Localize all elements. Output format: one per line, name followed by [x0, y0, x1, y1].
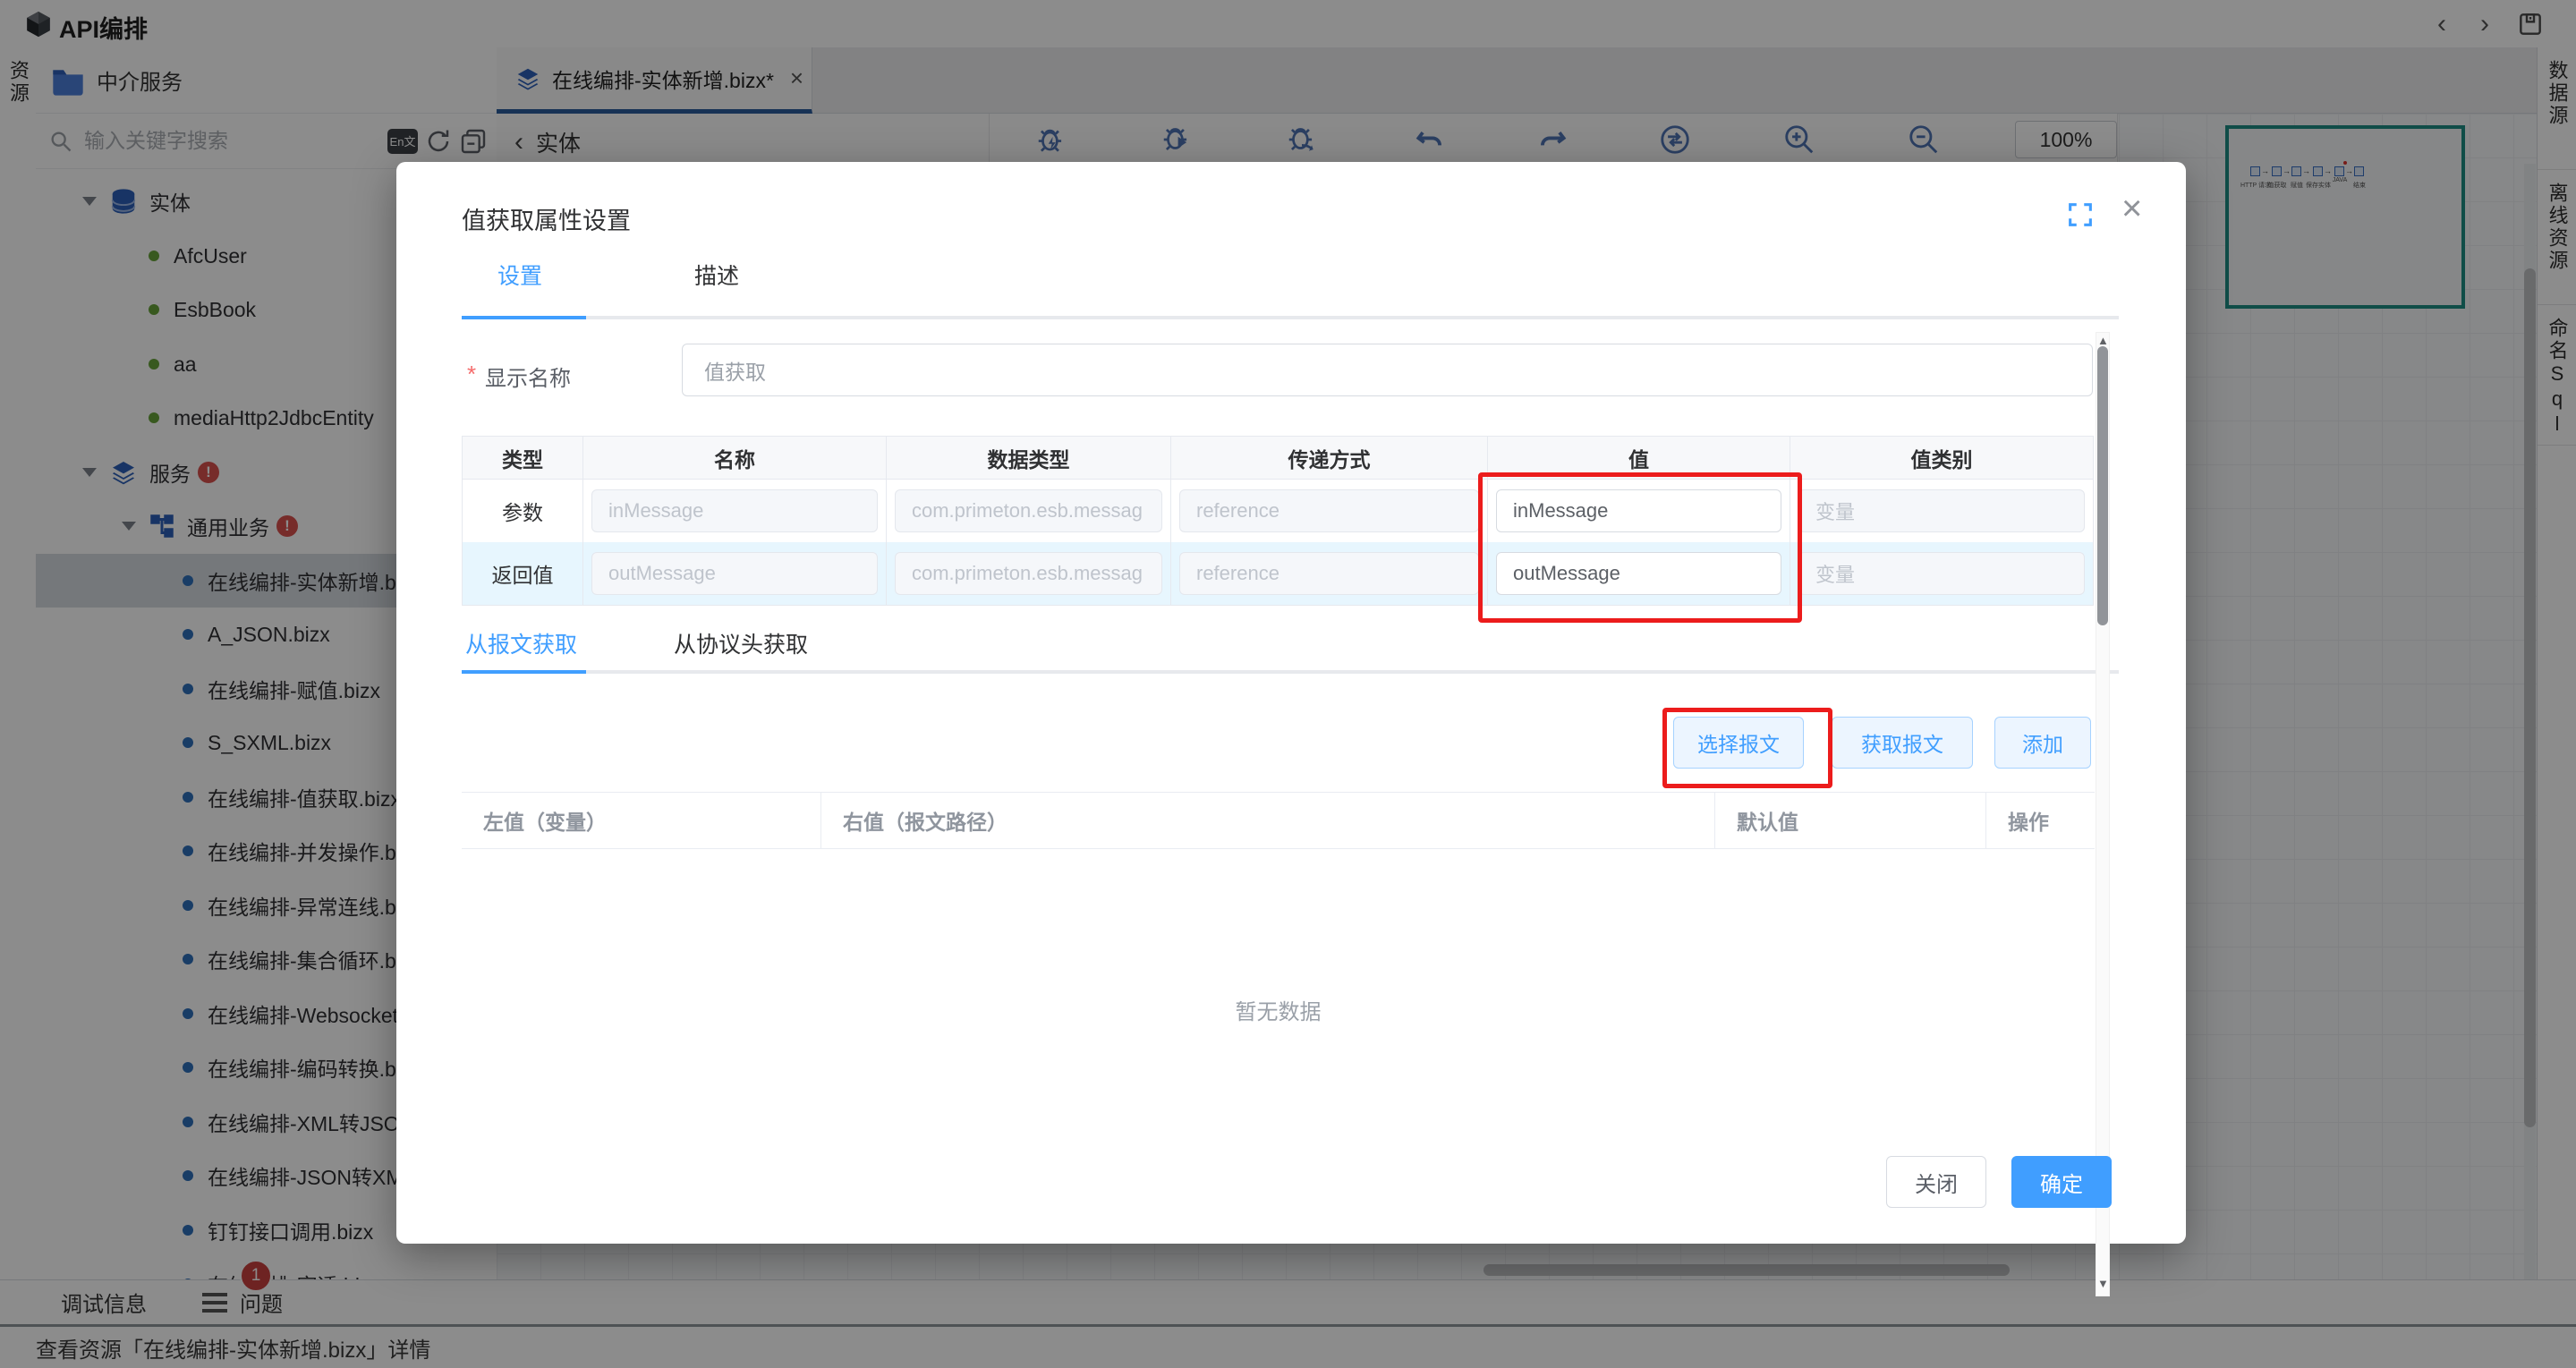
param-datatype-input: [895, 552, 1162, 595]
tab-settings[interactable]: 设置: [497, 259, 542, 291]
param-table: 类型 名称 数据类型 传递方式 值 值类别 参数 返回值: [462, 436, 2094, 606]
required-mark: *: [467, 361, 476, 388]
tab-active-indicator: [462, 316, 586, 319]
tab-from-message[interactable]: 从报文获取: [465, 627, 577, 659]
close-button[interactable]: 关闭: [1886, 1156, 1986, 1208]
scroll-up-icon[interactable]: ▲: [2097, 334, 2108, 347]
get-message-button[interactable]: 获取报文: [1832, 717, 1973, 769]
display-name-input[interactable]: [682, 344, 2093, 396]
display-name-label: 显示名称: [485, 361, 571, 392]
tab-description[interactable]: 描述: [694, 259, 739, 291]
param-value-input[interactable]: [1496, 552, 1781, 595]
fullscreen-icon[interactable]: [2065, 200, 2096, 230]
select-message-button[interactable]: 选择报文: [1673, 717, 1804, 769]
mapping-table-header: 左值（变量） 右值（报文路径） 默认值 操作: [462, 792, 2095, 849]
param-name-input: [591, 552, 878, 595]
param-category-input: [1798, 552, 2085, 595]
param-value-input[interactable]: [1496, 489, 1781, 532]
col-header: 数据类型: [887, 437, 1171, 480]
app-root: API编排 ‹ › 资源 中介服务 En文: [0, 0, 2576, 1368]
param-name-input: [591, 489, 878, 532]
param-datatype-input: [895, 489, 1162, 532]
col-header: 传递方式: [1171, 437, 1488, 480]
confirm-button[interactable]: 确定: [2011, 1156, 2112, 1208]
param-type: 返回值: [463, 542, 583, 605]
param-transfer-input: [1179, 552, 1479, 595]
param-table-header: 类型 名称 数据类型 传递方式 值 值类别: [463, 437, 2093, 480]
dialog-title: 值获取属性设置: [462, 201, 631, 236]
value-get-settings-dialog: 值获取属性设置 × 设置 描述 * 显示名称 类型 名称 数据类型 传递方式 值…: [396, 162, 2186, 1244]
close-icon[interactable]: ×: [2121, 189, 2142, 229]
param-type: 参数: [463, 480, 583, 542]
col-header: 名称: [583, 437, 887, 480]
tab-from-protocol-header[interactable]: 从协议头获取: [674, 627, 808, 659]
subtab-active-indicator: [462, 670, 586, 674]
param-category-input: [1798, 489, 2085, 532]
empty-data-text: 暂无数据: [462, 994, 2095, 1025]
add-button[interactable]: 添加: [1994, 717, 2091, 769]
dialog-scrollbar-thumb[interactable]: [2097, 346, 2108, 625]
tab-track: [462, 316, 2119, 319]
param-row-input: 参数: [463, 480, 2093, 542]
col-header: 值类别: [1790, 437, 2093, 480]
col-header: 类型: [463, 437, 583, 480]
scroll-down-icon[interactable]: ▼: [2097, 1277, 2108, 1290]
param-transfer-input: [1179, 489, 1479, 532]
col-header: 操作: [1986, 793, 2095, 848]
col-header: 默认值: [1715, 793, 1986, 848]
param-row-output: 返回值: [463, 542, 2093, 605]
col-header: 右值（报文路径）: [821, 793, 1715, 848]
col-header: 左值（变量）: [462, 793, 821, 848]
subtab-track: [462, 670, 2119, 674]
col-header: 值: [1488, 437, 1790, 480]
